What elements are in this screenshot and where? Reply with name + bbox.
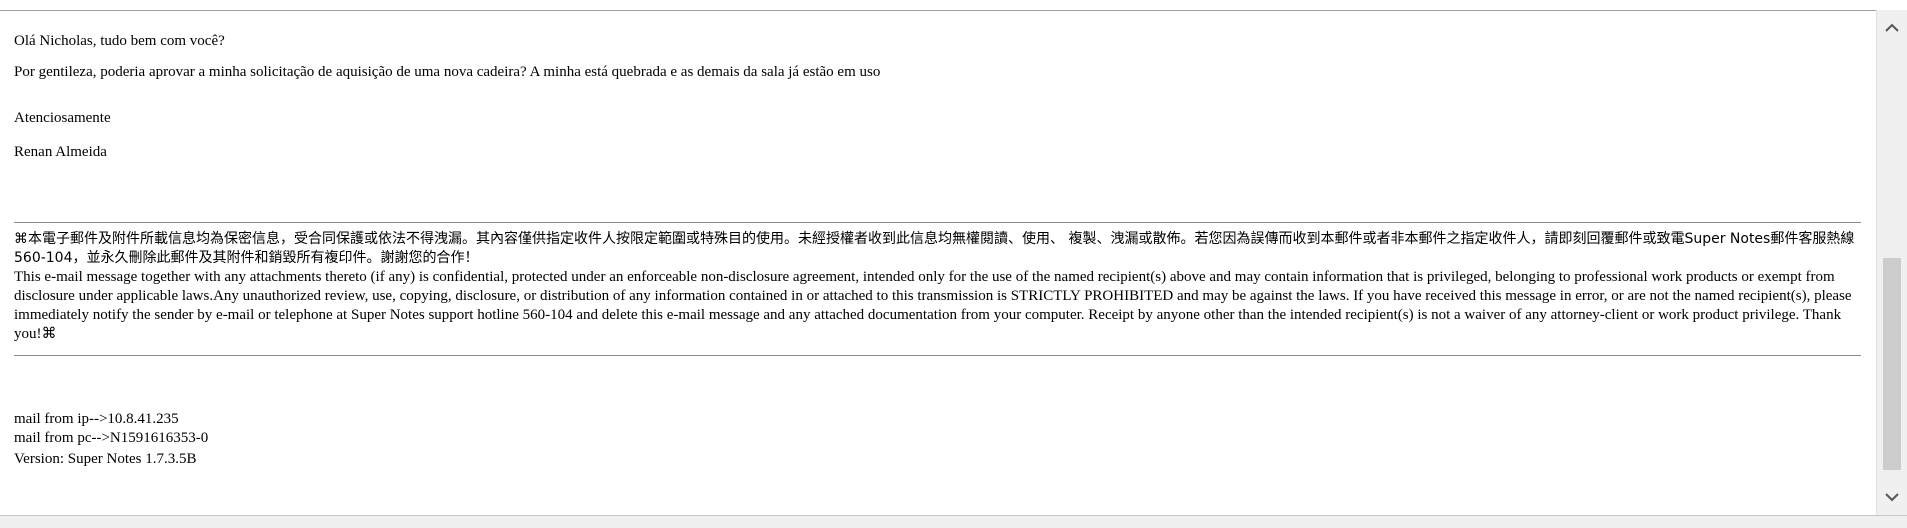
bottom-border (0, 515, 1907, 528)
disclaimer-chinese: ⌘本電子郵件及附件所載信息均為保密信息，受合同保護或依法不得洩漏。其內容僅供指定… (14, 231, 1855, 266)
closing-text: Atenciosamente (14, 110, 111, 126)
scroll-down-button[interactable] (1877, 479, 1907, 515)
vertical-scrollbar[interactable] (1876, 10, 1907, 515)
request-text: Por gentileza, poderia aprovar a minha s… (14, 64, 881, 80)
disclaimer-top-divider (14, 222, 1861, 223)
greeting-text: Olá Nicholas, tudo bem com você? (14, 33, 225, 49)
disclaimer-bottom-divider (14, 355, 1861, 356)
version-line: Version: Super Notes 1.7.3.5B (14, 451, 197, 467)
chevron-up-icon (1885, 23, 1899, 32)
disclaimer-english: This e-mail message together with any at… (14, 269, 1852, 342)
mail-ip-line: mail from ip-->10.8.41.235 (14, 411, 179, 427)
disclaimer-block: ⌘本電子郵件及附件所載信息均為保密信息，受合同保護或依法不得洩漏。其內容僅供指定… (14, 230, 1861, 344)
scroll-thumb[interactable] (1883, 258, 1901, 470)
chevron-down-icon (1885, 493, 1899, 502)
mail-pc-line: mail from pc-->N1591616353-0 (14, 430, 209, 446)
signature-name: Renan Almeida (14, 144, 107, 160)
email-body: Olá Nicholas, tudo bem com você? Por gen… (14, 10, 1861, 515)
scroll-up-button[interactable] (1877, 10, 1907, 46)
